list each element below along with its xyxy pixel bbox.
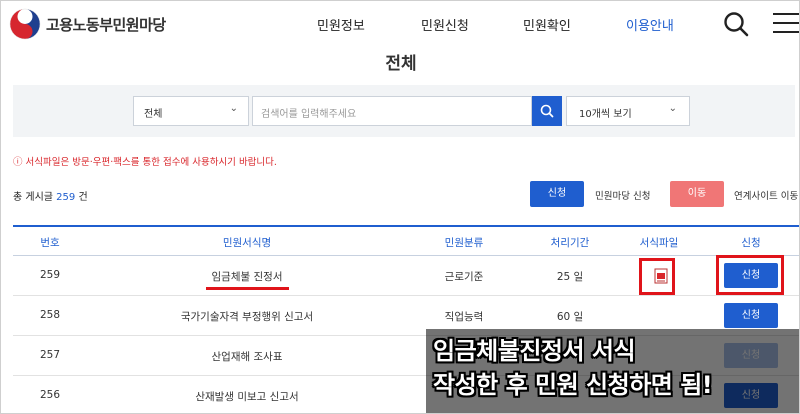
nav-civil-info[interactable]: 민원정보 (317, 15, 365, 34)
category-select[interactable]: 전체 ⌄ (133, 96, 249, 126)
nav-guide[interactable]: 이용안내 (626, 15, 674, 34)
page-title: 전체 (385, 54, 417, 74)
row-period: 60 일 (556, 311, 584, 323)
site-name: 고용노동부민원마당 (46, 15, 166, 34)
site-header: 고용노동부민원마당 민원정보 민원신청 민원확인 이용안내 (1, 1, 799, 47)
page: 고용노동부민원마당 민원정보 민원신청 민원확인 이용안내 전체 전체 ⌄ 검색… (0, 0, 800, 414)
caption-line-1: 임금체불진정서 서식 (433, 337, 636, 365)
total-count: 총 게시글 259 건 (13, 188, 88, 203)
row-form-name-link[interactable]: 임금체불 진정서 (212, 269, 283, 284)
col-period: 처리기간 (550, 237, 590, 249)
per-page-select[interactable]: 10개씩 보기 ⌄ (566, 96, 690, 126)
per-page-value: 10개씩 보기 (579, 109, 632, 120)
legend-move-badge: 이동 (670, 181, 724, 207)
search-icon[interactable] (723, 11, 749, 37)
legend-apply-badge: 신청 (530, 181, 584, 207)
highlight-underline (206, 287, 289, 290)
search-input[interactable]: 검색어를 입력해주세요 (252, 96, 532, 126)
col-category: 민원분류 (444, 237, 484, 249)
col-file: 서식파일 (639, 237, 679, 249)
search-placeholder: 검색어를 입력해주세요 (261, 109, 357, 120)
caption-line-2: 작성한 후 민원 신청하면 됨! (433, 371, 713, 399)
highlight-box-apply (716, 255, 784, 295)
search-icon (540, 104, 554, 118)
chevron-down-icon: ⌄ (668, 103, 677, 114)
category-select-value: 전체 (144, 109, 163, 120)
row-category: 근로기준 (444, 271, 484, 283)
row-category: 직업능력 (444, 311, 484, 323)
highlight-box-file (639, 258, 675, 295)
table-row: 259 임금체불 진정서 근로기준 25 일 신청 (13, 256, 799, 296)
search-panel: 전체 ⌄ 검색어를 입력해주세요 10개씩 보기 ⌄ (13, 85, 795, 137)
taegeuk-logo-icon (9, 8, 41, 40)
site-logo[interactable]: 고용노동부민원마당 (9, 8, 166, 40)
legend-apply-text: 민원마당 신청 (595, 191, 651, 202)
row-number: 256 (39, 389, 61, 401)
total-number: 259 (56, 192, 76, 203)
hamburger-menu-icon[interactable] (773, 13, 799, 33)
legend-move-text: 연계사이트 이동 (734, 191, 799, 202)
chevron-down-icon: ⌄ (229, 103, 238, 114)
row-number: 258 (39, 309, 61, 321)
row-form-name-link[interactable]: 산업재해 조사표 (212, 349, 283, 364)
row-period: 25 일 (556, 271, 584, 283)
search-button[interactable] (532, 96, 562, 126)
row-form-name-link[interactable]: 산재발생 미보고 신고서 (195, 389, 298, 404)
notice-text: ⓘ 서식파일은 방문·우편·팩스를 통한 접수에 사용하시기 바랍니다. (13, 157, 277, 168)
col-apply: 신청 (741, 237, 761, 249)
row-number: 259 (39, 269, 61, 281)
col-form-name: 민원서식명 (222, 237, 272, 249)
row-form-name-link[interactable]: 국가기술자격 부정행위 신고서 (181, 309, 313, 324)
nav-civil-apply[interactable]: 민원신청 (421, 15, 469, 34)
col-number: 번호 (40, 237, 60, 249)
nav-civil-check[interactable]: 민원확인 (523, 15, 571, 34)
apply-button[interactable]: 신청 (724, 303, 778, 328)
row-number: 257 (39, 349, 61, 361)
table-header: 번호 민원서식명 민원분류 처리기간 서식파일 신청 (13, 225, 799, 256)
total-unit: 건 (78, 192, 88, 203)
total-label: 총 게시글 (13, 192, 53, 203)
